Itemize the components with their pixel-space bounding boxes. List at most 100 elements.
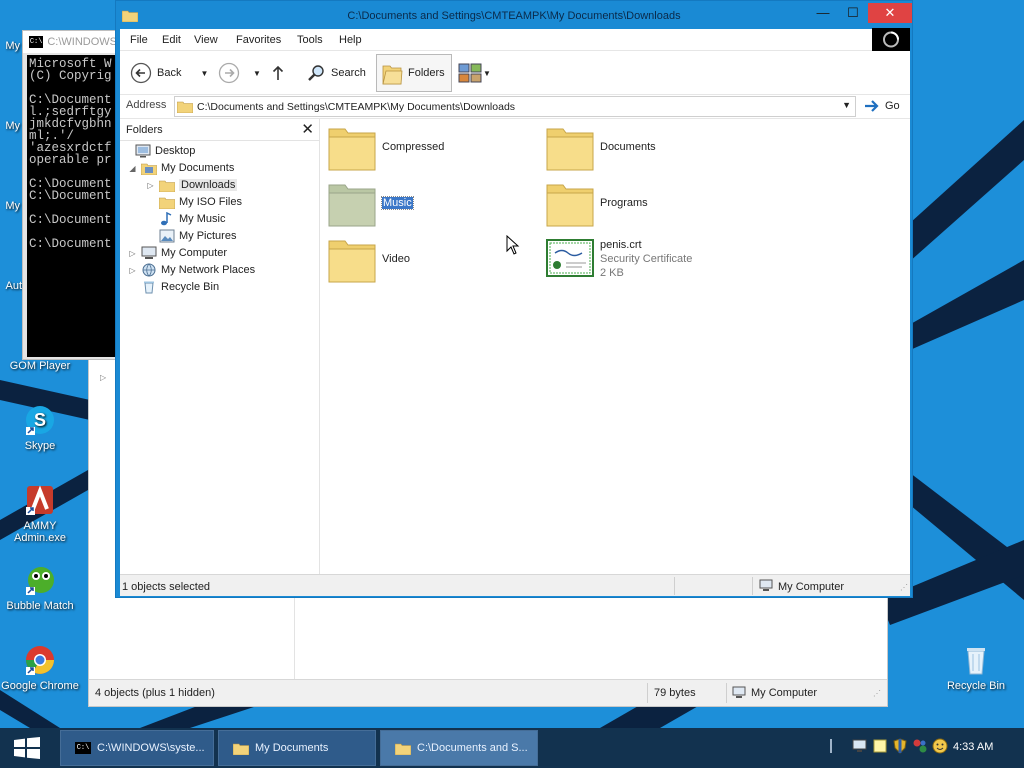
desktop-icon-ammy-admin[interactable]: AMMY Admin.exe [0, 483, 80, 544]
search-button[interactable]: Search [306, 58, 366, 88]
tree-item-my-pictures[interactable]: My Pictures [146, 228, 236, 244]
smiley-icon[interactable] [932, 738, 948, 754]
expanded-icon[interactable]: ◢ [128, 164, 137, 173]
views-button[interactable]: ▼ [458, 58, 491, 88]
ammy-admin-icon [26, 485, 53, 515]
computer-icon [732, 686, 746, 702]
desktop-icon-recycle-bin[interactable]: Recycle Bin [936, 643, 1016, 692]
back-dropdown-icon[interactable]: ▼ [200, 69, 208, 78]
folder-name: Compressed [382, 141, 445, 153]
folders-label: Folders [408, 67, 445, 79]
status-location: My Computer [778, 581, 845, 593]
resize-grip-icon[interactable]: ⋰ [873, 689, 881, 698]
network-icon[interactable] [852, 738, 868, 754]
file-name: penis.crt [600, 239, 642, 251]
menu-view[interactable]: View [194, 34, 218, 46]
folder-item-music[interactable]: Music [328, 179, 414, 227]
address-dropdown-icon[interactable]: ▼ [842, 100, 851, 110]
tree-item-desktop[interactable]: Desktop [122, 143, 195, 159]
tree-item-downloads[interactable]: ▷ Downloads [146, 177, 238, 193]
tree-item-my-iso-files[interactable]: My ISO Files [146, 194, 242, 210]
maximize-button[interactable]: ☐ [838, 3, 868, 23]
console-output[interactable]: Microsoft W (C) Copyrig C:\Document l.;sed… [27, 55, 117, 357]
shield-icon[interactable] [892, 738, 908, 754]
menu-edit[interactable]: Edit [162, 34, 181, 46]
resize-grip-icon[interactable]: ⋰ [900, 583, 908, 592]
tree-item-label: My ISO Files [179, 196, 242, 208]
start-button[interactable] [12, 737, 42, 762]
desktop-icon-google-chrome[interactable]: Google Chrome [0, 643, 80, 692]
menu-favorites[interactable]: Favorites [236, 34, 281, 46]
file-list: Compressed Documents Music Programs Vide… [324, 119, 910, 574]
file-item-certificate[interactable]: penis.crt Security Certificate 2 KB [546, 239, 692, 279]
taskbar-task-downloads[interactable]: C:\Documents and S... [380, 730, 538, 766]
chevron-right-icon[interactable]: ▷ [128, 249, 137, 258]
explorer-window[interactable]: C:\Documents and Settings\CMTEAMPK\My Do… [115, 0, 913, 598]
taskbar-task-my-documents[interactable]: My Documents [218, 730, 376, 766]
up-button[interactable] [270, 58, 286, 88]
folders-button[interactable]: Folders [376, 54, 452, 92]
console-window[interactable]: C:\ C:\WINDOWS Microsoft W (C) Copyrig C:… [22, 30, 118, 360]
folder-item-documents[interactable]: Documents [546, 123, 656, 171]
taskbar-task-console[interactable]: C:\ C:\WINDOWS\syste... [60, 730, 214, 766]
tree-item-label: My Music [179, 213, 226, 225]
folder-icon [546, 184, 594, 227]
chevron-right-icon[interactable]: ▷ [100, 373, 106, 382]
tree-item-my-documents[interactable]: ◢ My Documents [128, 160, 234, 176]
menu-file[interactable]: File [130, 34, 148, 46]
console-icon: C:\ [29, 36, 44, 48]
status-bar: 1 objects selected My Computer ⋰ [120, 574, 910, 596]
folder-icon [328, 128, 376, 171]
chevron-right-icon[interactable]: ▷ [146, 181, 155, 190]
close-button[interactable]: ✕ [868, 3, 912, 23]
tree-item-label: My Network Places [161, 264, 256, 276]
windows-logo-icon [14, 737, 40, 759]
menu-tools[interactable]: Tools [297, 34, 323, 46]
tree-item-label: My Documents [161, 162, 235, 174]
file-size: 2 KB [600, 267, 624, 279]
music-note-icon [161, 212, 172, 226]
go-button[interactable]: Go [864, 99, 900, 113]
back-label: Back [157, 67, 182, 79]
forward-button[interactable]: ▼ [218, 58, 261, 88]
folder-item-video[interactable]: Video [328, 235, 410, 283]
svg-text:S: S [34, 410, 46, 430]
minimize-button[interactable]: — [808, 3, 838, 23]
desktop-icon-label: AMMY Admin.exe [14, 520, 66, 544]
status-selection: 1 objects selected [122, 581, 211, 593]
back-arrow-icon [130, 62, 152, 84]
desktop-icon-skype[interactable]: S Skype [0, 403, 80, 452]
folder-tree: Folders ✕ Desktop ◢ My Documents ▷ Downl… [120, 119, 320, 574]
tree-item-my-network-places[interactable]: ▷ My Network Places [128, 262, 255, 278]
computer-icon [759, 579, 773, 595]
desktop-icon-label: Bubble Match [6, 600, 74, 612]
address-input[interactable]: C:\Documents and Settings\CMTEAMPK\My Do… [174, 96, 856, 117]
desktop-icon-bubble-match[interactable]: Bubble Match [0, 563, 80, 612]
console-line: C:\Document [29, 213, 112, 227]
tools-icon[interactable] [912, 738, 928, 754]
desktop-icon-gom-player[interactable]: GOM Player [0, 360, 80, 372]
tree-item-my-music[interactable]: My Music [146, 211, 225, 227]
folder-name: Music [381, 196, 414, 210]
search-icon [308, 65, 324, 81]
my-documents-icon [141, 163, 157, 175]
window-titlebar[interactable]: C:\Documents and Settings\CMTEAMPK\My Do… [116, 1, 912, 29]
explorer-body: Folders ✕ Desktop ◢ My Documents ▷ Downl… [120, 119, 910, 574]
folder-icon [159, 197, 175, 209]
notes-icon[interactable] [872, 738, 888, 754]
taskbar-task-label: C:\Documents and S... [417, 742, 528, 754]
back-button[interactable]: Back ▼ [130, 58, 208, 88]
menu-help[interactable]: Help [339, 34, 362, 46]
console-titlebar[interactable]: C:\ C:\WINDOWS [23, 31, 117, 53]
go-arrow-icon [865, 100, 879, 112]
folder-item-compressed[interactable]: Compressed [328, 123, 444, 171]
chevron-right-icon[interactable]: ▷ [128, 266, 137, 275]
status-size: 79 bytes [654, 687, 696, 699]
forward-dropdown-icon[interactable]: ▼ [253, 69, 261, 78]
folder-item-programs[interactable]: Programs [546, 179, 648, 227]
tree-item-recycle-bin[interactable]: Recycle Bin [128, 279, 219, 295]
tree-item-my-computer[interactable]: ▷ My Computer [128, 245, 227, 261]
taskbar-clock[interactable]: 4:33 AM [953, 741, 993, 753]
close-icon[interactable]: ✕ [301, 120, 314, 138]
views-dropdown-icon[interactable]: ▼ [483, 69, 491, 78]
